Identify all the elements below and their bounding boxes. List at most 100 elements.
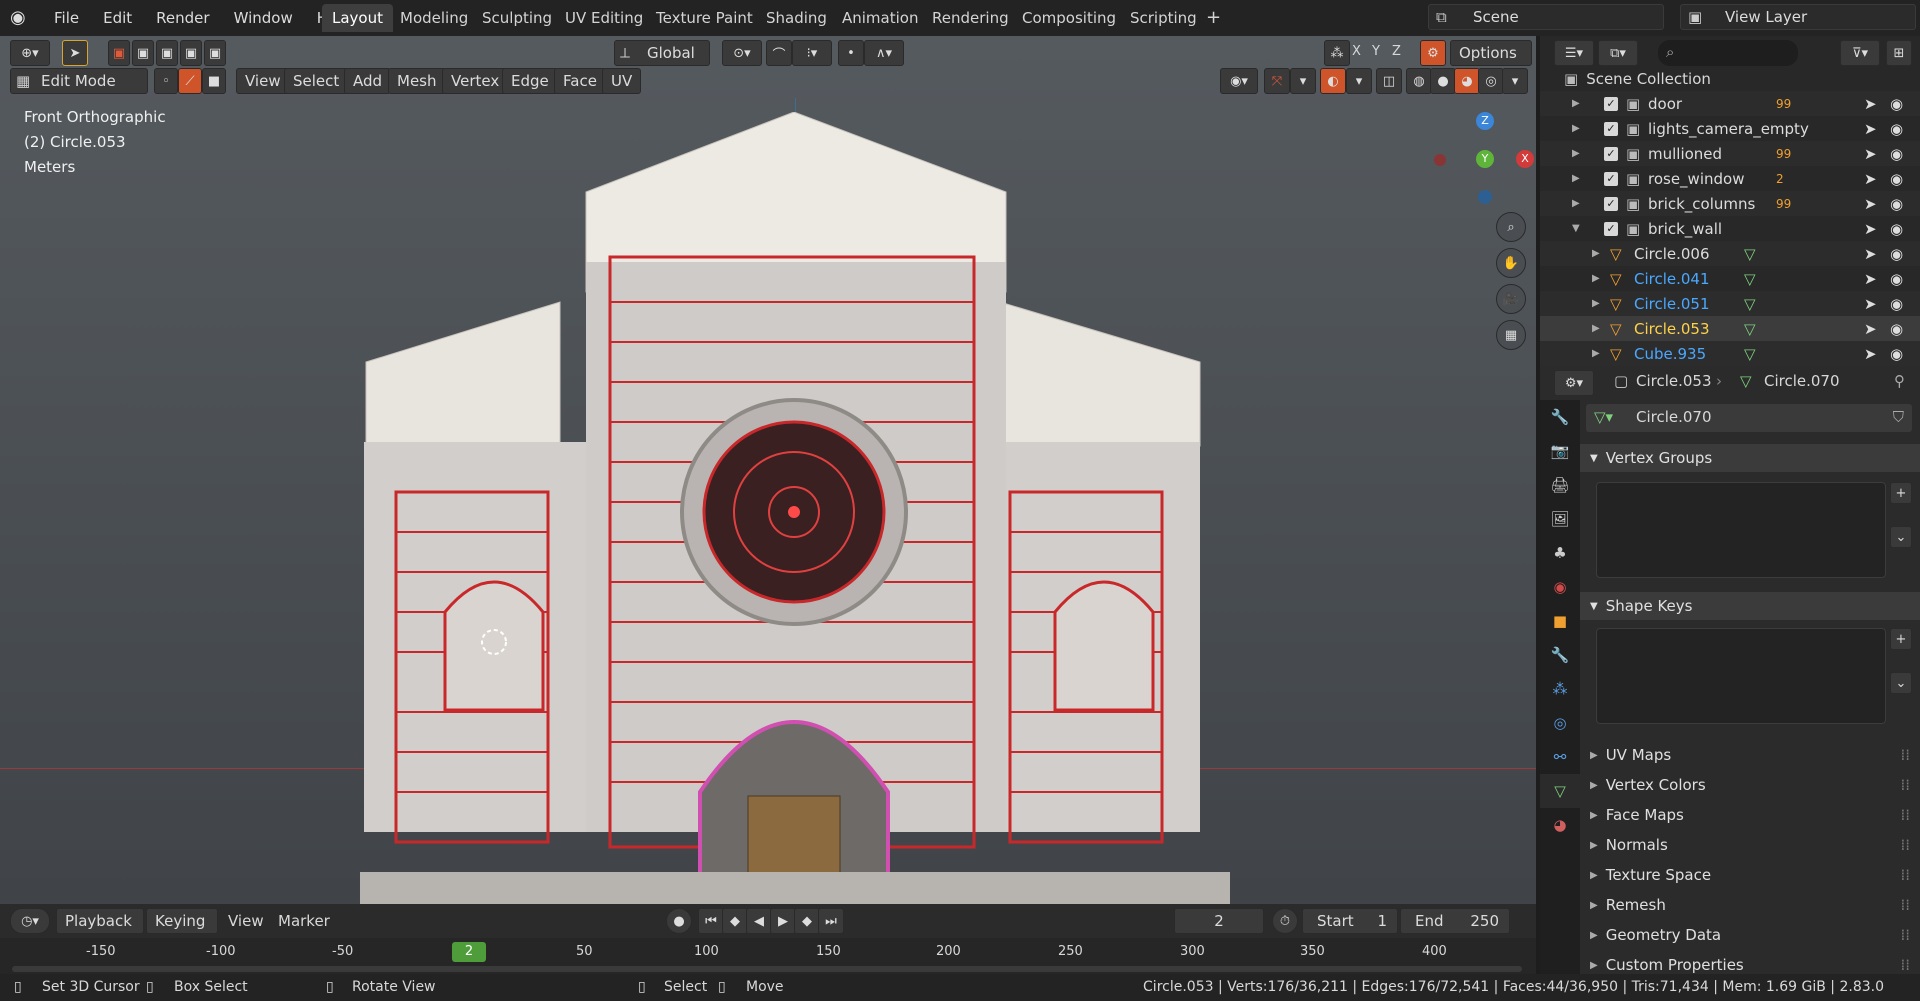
tab-sculpting[interactable]: Sculpting <box>472 4 562 32</box>
selectable-arrow-icon[interactable]: ➤ <box>1864 295 1877 313</box>
end-frame-field[interactable]: End 250 <box>1400 908 1510 934</box>
outliner-row[interactable]: ▼ ✓ ▣ brick_wall ➤ ◉ <box>1540 216 1920 241</box>
selectable-arrow-icon[interactable]: ➤ <box>1864 270 1877 288</box>
fake-user-icon[interactable]: ⛉ <box>1893 408 1904 426</box>
prev-keyframe-icon[interactable]: ◆ <box>722 908 748 934</box>
menu-window[interactable]: Window <box>222 9 305 27</box>
frame-ruler[interactable]: -150 -100 -50 2 50 100 150 200 250 300 3… <box>0 938 1536 974</box>
disclosure-triangle-icon[interactable]: ▶ <box>1572 173 1580 184</box>
disclosure-triangle-icon[interactable]: ▶ <box>1592 273 1600 284</box>
timeline-editor-type-icon[interactable]: ◷▾ <box>10 908 50 934</box>
drag-handle-icon[interactable]: ⁞⁞ <box>1900 746 1910 764</box>
proportional-falloff-icon[interactable]: ∧▾ <box>864 40 904 66</box>
overlays-toggle-icon[interactable]: ◐ <box>1320 68 1346 94</box>
tab-uv-editing[interactable]: UV Editing <box>555 4 653 32</box>
disclosure-triangle-icon[interactable]: ▶ <box>1592 248 1600 259</box>
tab-animation[interactable]: Animation <box>832 4 928 32</box>
drag-handle-icon[interactable]: ⁞⁞ <box>1900 956 1910 974</box>
menu-add[interactable]: Add <box>344 68 392 94</box>
selectable-arrow-icon[interactable]: ➤ <box>1864 195 1877 213</box>
select-intersect-icon[interactable]: ▣ <box>204 40 226 66</box>
eye-visibility-icon[interactable]: ◉ <box>1890 220 1903 238</box>
xray-toggle-icon[interactable]: ◫ <box>1376 68 1402 94</box>
select-new-icon[interactable]: ▣ <box>108 40 130 66</box>
render-tab-icon[interactable]: 📷 <box>1540 434 1580 468</box>
eye-visibility-icon[interactable]: ◉ <box>1890 245 1903 263</box>
playback-menu[interactable]: Playback <box>56 908 144 934</box>
select-subtract-icon[interactable]: ▣ <box>156 40 178 66</box>
menu-file[interactable]: File <box>42 9 91 27</box>
menu-render[interactable]: Render <box>144 9 221 27</box>
eye-visibility-icon[interactable]: ◉ <box>1890 120 1903 138</box>
menu-edge[interactable]: Edge <box>502 68 558 94</box>
solid-shading-icon[interactable]: ● <box>1430 68 1456 94</box>
outliner-row[interactable]: ▶ ▽ Cube.935 ▽ ➤ ◉ <box>1540 341 1920 366</box>
wireframe-shading-icon[interactable]: ◍ <box>1406 68 1432 94</box>
constraints-tab-icon[interactable]: ⚯ <box>1540 740 1580 774</box>
outliner-row[interactable]: ▶ ▽ Circle.051 ▽ ➤ ◉ <box>1540 291 1920 316</box>
church-facade-model[interactable] <box>360 112 1240 912</box>
navigation-gizmo[interactable]: Z Y X <box>1420 108 1534 218</box>
scene-selector[interactable]: Scene <box>1428 4 1664 30</box>
material-tab-icon[interactable]: ◕ <box>1540 808 1580 842</box>
outliner-row[interactable]: ▶ ✓ ▣ mullioned 99 ➤ ◉ <box>1540 141 1920 166</box>
tab-rendering[interactable]: Rendering <box>922 4 1019 32</box>
outliner-editor-type-icon[interactable]: ☰▾ <box>1554 40 1594 66</box>
select-extend-icon[interactable]: ▣ <box>132 40 154 66</box>
keying-menu[interactable]: Keying <box>146 908 218 934</box>
select-tool-icon[interactable]: ➤ <box>62 40 88 66</box>
tool-tab-icon[interactable]: 🔧 <box>1540 400 1580 434</box>
menu-select[interactable]: Select <box>284 68 349 94</box>
blender-logo-icon[interactable]: ◉ <box>10 7 34 29</box>
outliner-row[interactable]: ▶ ▽ Circle.041 ▽ ➤ ◉ <box>1540 266 1920 291</box>
menu-uv[interactable]: UV <box>602 68 642 94</box>
disclosure-triangle-icon[interactable]: ▶ <box>1572 98 1580 109</box>
output-tab-icon[interactable]: 🖨 <box>1540 468 1580 502</box>
collection-checkbox[interactable]: ✓ <box>1604 121 1618 136</box>
properties-section-header[interactable]: ▶ Texture Space ⁞⁞ <box>1580 860 1920 890</box>
selectable-arrow-icon[interactable]: ➤ <box>1864 170 1877 188</box>
selectable-arrow-icon[interactable]: ➤ <box>1864 220 1877 238</box>
vertex-group-menu-button[interactable]: ⌄ <box>1890 526 1912 548</box>
selectable-arrow-icon[interactable]: ➤ <box>1864 320 1877 338</box>
eye-visibility-icon[interactable]: ◉ <box>1890 320 1903 338</box>
gizmo-z-axis[interactable]: Z <box>1476 112 1494 130</box>
shape-keys-header[interactable]: ▼ Shape Keys <box>1580 592 1920 620</box>
eye-visibility-icon[interactable]: ◉ <box>1890 195 1903 213</box>
properties-section-header[interactable]: ▶ Normals ⁞⁞ <box>1580 830 1920 860</box>
eye-visibility-icon[interactable]: ◉ <box>1890 270 1903 288</box>
disclosure-triangle-icon[interactable]: ▶ <box>1592 298 1600 309</box>
collection-checkbox[interactable]: ✓ <box>1604 171 1618 186</box>
overlays-dropdown-icon[interactable]: ▾ <box>1346 68 1372 94</box>
outliner-row[interactable]: ▶ ▽ Circle.053 ▽ ➤ ◉ <box>1540 316 1920 341</box>
outliner-row[interactable]: ▶ ✓ ▣ lights_camera_empty ➤ ◉ <box>1540 116 1920 141</box>
properties-section-header[interactable]: ▶ Remesh ⁞⁞ <box>1580 890 1920 920</box>
gizmo-neg-x-axis[interactable] <box>1434 154 1446 166</box>
gizmo-x-axis[interactable]: X <box>1516 150 1534 168</box>
properties-section-header[interactable]: ▶ Custom Properties ⁞⁞ <box>1580 950 1920 980</box>
menu-edit[interactable]: Edit <box>91 9 144 27</box>
gizmo-y-axis[interactable]: Y <box>1476 150 1494 168</box>
record-icon[interactable]: ● <box>666 908 692 934</box>
disclosure-triangle-icon[interactable]: ▶ <box>1572 148 1580 159</box>
vertex-select-icon[interactable]: ◦ <box>154 68 178 94</box>
object-tab-icon[interactable]: ■ <box>1540 604 1580 638</box>
menu-mesh[interactable]: Mesh <box>388 68 446 94</box>
drag-handle-icon[interactable]: ⁞⁞ <box>1900 896 1910 914</box>
snap-toggle-icon[interactable]: ⌒ <box>766 40 792 66</box>
collection-checkbox[interactable]: ✓ <box>1604 146 1618 161</box>
filter-icon[interactable]: ⊽▾ <box>1840 40 1880 66</box>
outliner-row[interactable]: ▶ ✓ ▣ brick_columns 99 ➤ ◉ <box>1540 191 1920 216</box>
proportional-edit-icon[interactable]: • <box>838 40 864 66</box>
eye-visibility-icon[interactable]: ◉ <box>1890 345 1903 363</box>
timeline-marker-menu[interactable]: Marker <box>278 912 330 930</box>
disclosure-triangle-icon[interactable]: ▶ <box>1592 348 1600 359</box>
view-layer-tab-icon[interactable]: 🖼 <box>1540 502 1580 536</box>
physics-tab-icon[interactable]: ◎ <box>1540 706 1580 740</box>
tab-modeling[interactable]: Modeling <box>390 4 478 32</box>
drag-handle-icon[interactable]: ⁞⁞ <box>1900 806 1910 824</box>
mesh-data-tab-icon[interactable]: ▽ <box>1540 774 1580 808</box>
options-dropdown[interactable]: Options <box>1450 40 1532 66</box>
properties-section-header[interactable]: ▶ Vertex Colors ⁞⁞ <box>1580 770 1920 800</box>
eye-visibility-icon[interactable]: ◉ <box>1890 145 1903 163</box>
